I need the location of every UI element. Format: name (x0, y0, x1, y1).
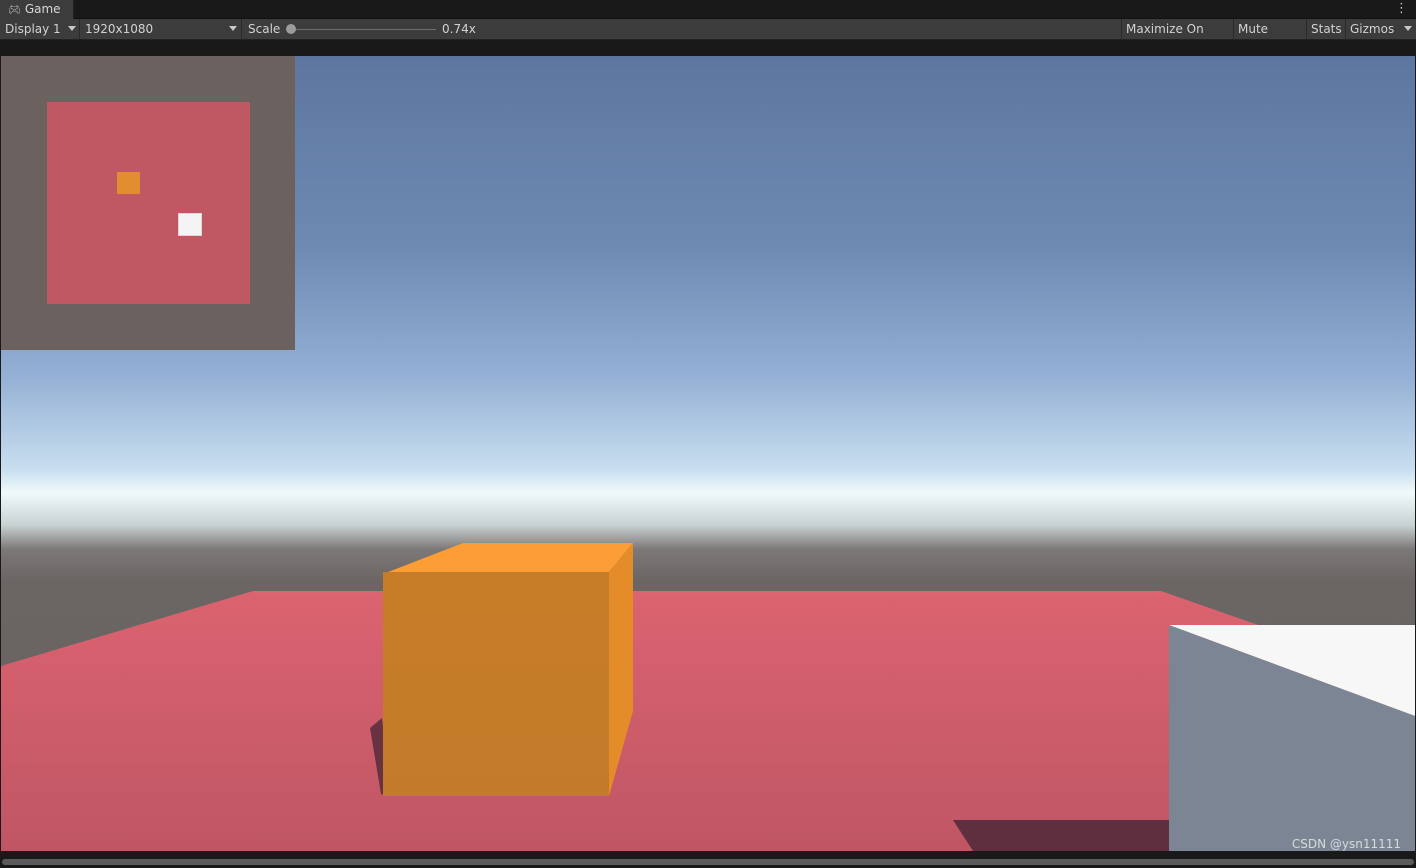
display-dropdown[interactable]: Display 1 (0, 19, 80, 39)
chevron-down-icon (1404, 26, 1412, 31)
chevron-down-icon (68, 26, 76, 31)
gizmos-dropdown[interactable]: Gizmos (1345, 19, 1416, 39)
scale-slider-track[interactable] (290, 29, 436, 30)
tab-game[interactable]: 🎮︎ Game (0, 0, 74, 19)
mute-audio-button[interactable]: Mute Audio (1233, 19, 1306, 56)
scale-value: 0.74x (442, 22, 476, 36)
minimap (1, 56, 295, 350)
tab-bar: 🎮︎ Game ⋮ (0, 0, 1416, 19)
display-dropdown-label: Display 1 (5, 22, 61, 36)
tab-game-label: Game (24, 2, 61, 16)
scale-slider-handle[interactable] (286, 24, 296, 34)
horizontal-scrollbar[interactable] (2, 859, 1414, 865)
player-shadow (953, 820, 1169, 851)
game-viewport[interactable]: CSDN @ysn11111 (1, 56, 1415, 851)
scale-label: Scale (248, 22, 281, 36)
resolution-dropdown-label: 1920x1080 (85, 22, 154, 36)
window-menu-icon[interactable]: ⋮ (1395, 1, 1408, 17)
gizmos-dropdown-label: Gizmos (1350, 22, 1395, 36)
gamepad-icon: 🎮︎ (8, 5, 21, 16)
watermark-text: CSDN @ysn11111 (1291, 837, 1401, 851)
cube-top-face (383, 543, 633, 574)
minimap-ground-plane (47, 102, 250, 304)
minimap-player-marker (178, 213, 202, 236)
game-toolbar: Display 1 1920x1080 Scale 0.74x Maximize… (0, 19, 1416, 56)
resolution-dropdown[interactable]: 1920x1080 (80, 19, 242, 39)
toolbar-spacer (0, 40, 1416, 56)
stats-button[interactable]: Stats (1306, 19, 1345, 39)
bottom-bar (0, 851, 1416, 868)
minimap-cube-marker (117, 172, 140, 194)
chevron-down-icon (229, 26, 237, 31)
cube-front-face (383, 572, 609, 796)
maximize-on-play-button[interactable]: Maximize On Play (1121, 19, 1232, 56)
